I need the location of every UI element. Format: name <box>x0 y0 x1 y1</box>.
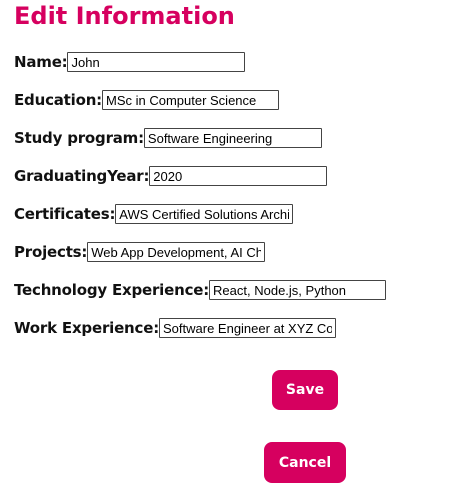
graduating-year-input[interactable] <box>149 166 328 186</box>
projects-row: Projects: <box>14 241 266 263</box>
certificates-input[interactable] <box>115 204 294 224</box>
technology-experience-label: Technology Experience: <box>14 281 210 299</box>
education-label: Education: <box>14 91 102 109</box>
technology-experience-input[interactable] <box>209 280 387 300</box>
projects-input[interactable] <box>87 242 266 262</box>
education-row: Education: <box>14 89 279 111</box>
study-program-row: Study program: <box>14 127 322 149</box>
work-experience-row: Work Experience: <box>14 317 336 339</box>
name-label: Name: <box>14 53 68 71</box>
name-input[interactable] <box>67 52 246 72</box>
certificates-label: Certificates: <box>14 205 116 223</box>
technology-experience-row: Technology Experience: <box>14 279 387 301</box>
save-button[interactable]: Save <box>272 370 338 410</box>
study-program-label: Study program: <box>14 129 144 147</box>
name-row: Name: <box>14 51 246 73</box>
work-experience-input[interactable] <box>159 318 336 338</box>
work-experience-label: Work Experience: <box>14 319 159 337</box>
cancel-button[interactable]: Cancel <box>264 442 346 483</box>
graduating-year-row: GraduatingYear: <box>14 165 328 187</box>
page-title: Edit Information <box>14 2 235 30</box>
projects-label: Projects: <box>14 243 88 261</box>
graduating-year-label: GraduatingYear: <box>14 167 150 185</box>
certificates-row: Certificates: <box>14 203 294 225</box>
education-input[interactable] <box>101 90 279 110</box>
study-program-input[interactable] <box>143 128 322 148</box>
